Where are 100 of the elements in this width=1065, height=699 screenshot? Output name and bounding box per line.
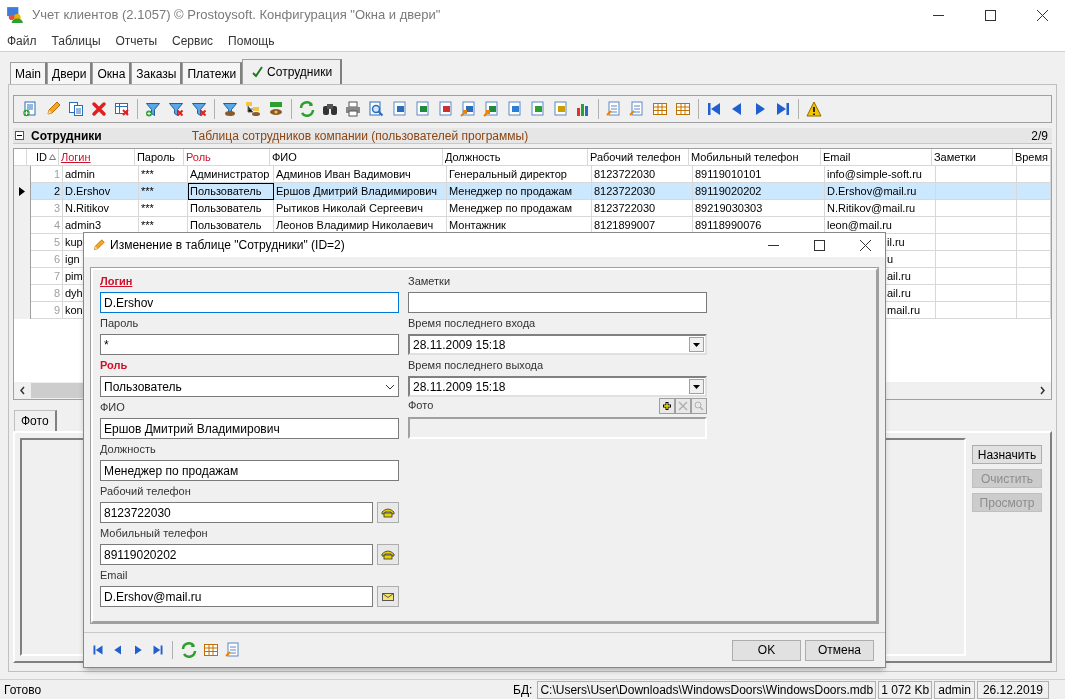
datetime-field[interactable]: 28.11.2009 15:18 bbox=[408, 376, 707, 397]
status-date: 26.12.2019 bbox=[976, 680, 1049, 699]
tab[interactable]: Фото bbox=[14, 410, 57, 431]
tab[interactable]: Окна bbox=[92, 62, 132, 84]
excel-export-icon[interactable] bbox=[483, 101, 499, 117]
text-field[interactable]: Ершов Дмитрий Владимирович bbox=[100, 418, 399, 439]
maximize-icon[interactable] bbox=[985, 9, 996, 21]
database-path: C:\Users\User\Downloads\WindowsDoors\WindowsDoors.mdb bbox=[537, 680, 877, 699]
tree-view-icon[interactable] bbox=[245, 101, 261, 117]
delete-icon[interactable] bbox=[91, 101, 107, 117]
menu-item[interactable]: Файл bbox=[7, 31, 37, 50]
printer-icon[interactable] bbox=[345, 101, 361, 117]
first-record-icon[interactable] bbox=[92, 644, 104, 656]
field-label: Должность bbox=[100, 441, 156, 457]
pdf-export-icon[interactable] bbox=[437, 101, 453, 117]
text-field[interactable]: * bbox=[100, 334, 399, 355]
word-export-icon[interactable] bbox=[460, 101, 476, 117]
next-record-icon[interactable] bbox=[132, 644, 144, 656]
text-field[interactable]: D.Ershov bbox=[100, 292, 399, 313]
dial-button[interactable] bbox=[377, 502, 399, 523]
close-icon[interactable] bbox=[1037, 9, 1048, 21]
last-record-icon[interactable] bbox=[775, 101, 791, 117]
add-record-icon[interactable] bbox=[22, 101, 38, 117]
web-export-icon[interactable] bbox=[506, 101, 522, 117]
bar-chart-icon[interactable] bbox=[575, 101, 591, 117]
dialog-button[interactable]: OK bbox=[732, 639, 801, 661]
text-field[interactable]: 8123722030 bbox=[100, 502, 373, 523]
dial-button[interactable] bbox=[377, 544, 399, 565]
grid-edit-icon[interactable] bbox=[675, 101, 691, 117]
field-label: ФИО bbox=[100, 399, 125, 415]
table-delete-icon[interactable] bbox=[114, 101, 130, 117]
telephone-icon bbox=[381, 507, 395, 518]
field-label: Роль bbox=[100, 357, 128, 373]
user-name: admin bbox=[934, 680, 975, 699]
table-cell: Пользователь bbox=[188, 183, 274, 200]
add-photo-button[interactable] bbox=[659, 397, 675, 414]
tab[interactable]: Заказы bbox=[131, 62, 183, 84]
warning-icon[interactable] bbox=[806, 101, 822, 117]
menu-item[interactable]: Помощь bbox=[228, 31, 275, 50]
refresh-icon[interactable] bbox=[181, 642, 197, 658]
pencil-icon[interactable] bbox=[45, 101, 61, 117]
table-row[interactable]: 2 D.Ershov *** Пользователь Ершов Дмитрий Владимирович Менеджер по продажам 8123722030 89119020202 D.Ershov@mail.ru bbox=[14, 183, 1051, 200]
send-email-button[interactable] bbox=[377, 586, 399, 607]
dialog-button[interactable]: Отмена bbox=[805, 639, 874, 661]
filter-view-icon[interactable] bbox=[222, 101, 238, 117]
word-document-icon[interactable] bbox=[391, 101, 407, 117]
table-row[interactable]: 1 admin *** Администратор Админов Иван Вадимович Генеральный директор 8123722030 89119010101 info@simple-soft.ru bbox=[14, 166, 1051, 183]
check-icon bbox=[251, 66, 264, 78]
first-record-icon[interactable] bbox=[706, 101, 722, 117]
grid-icon[interactable] bbox=[652, 101, 668, 117]
excel-document-icon[interactable] bbox=[414, 101, 430, 117]
field-label: Фото bbox=[408, 398, 434, 413]
current-row-icon bbox=[19, 187, 25, 196]
collapse-icon[interactable] bbox=[15, 131, 24, 140]
row-header-cell[interactable] bbox=[14, 302, 31, 319]
menu-item[interactable]: Сервис bbox=[172, 31, 214, 50]
table-cell: 9 bbox=[31, 302, 63, 319]
record-position: 2/9 bbox=[1031, 127, 1049, 145]
last-record-icon[interactable] bbox=[152, 644, 164, 656]
filter-remove-icon[interactable] bbox=[168, 101, 184, 117]
filter-add-icon[interactable] bbox=[145, 101, 161, 117]
pencil-icon bbox=[92, 238, 105, 252]
cross-icon bbox=[678, 400, 688, 411]
field-label: Рабочий телефон bbox=[100, 483, 191, 499]
sql-view-icon[interactable] bbox=[268, 101, 284, 117]
text-field[interactable]: D.Ershov@mail.ru bbox=[100, 586, 373, 607]
menu-item[interactable]: Отчеты bbox=[115, 31, 157, 50]
table-row[interactable]: 4 admin3 *** Пользователь Леонов Владимир Николаевич Монтажник 8121899007 89118990076 leon@mail.ru bbox=[14, 217, 1051, 234]
field-label: Email bbox=[100, 567, 128, 583]
form-settings-icon[interactable] bbox=[203, 642, 219, 658]
field-label: Мобильный телефон bbox=[100, 525, 208, 541]
preview-icon[interactable] bbox=[368, 101, 384, 117]
tab[interactable]: Платежи bbox=[182, 62, 243, 84]
app-icon bbox=[6, 6, 24, 24]
role-dropdown[interactable]: Пользователь bbox=[100, 376, 399, 397]
close-icon[interactable] bbox=[860, 239, 871, 251]
field-label: Время последнего выхода bbox=[408, 357, 544, 373]
text-field[interactable] bbox=[408, 292, 707, 313]
csv-export-icon[interactable] bbox=[529, 101, 545, 117]
filter-remove-icon[interactable] bbox=[191, 101, 207, 117]
tab[interactable]: Сотрудники bbox=[242, 59, 343, 84]
maximize-icon[interactable] bbox=[814, 239, 825, 251]
text-field[interactable]: Менеджер по продажам bbox=[100, 460, 399, 481]
refresh-icon[interactable] bbox=[299, 101, 315, 117]
chevron-down-icon bbox=[385, 383, 395, 390]
menu-item[interactable]: Таблицы bbox=[51, 31, 101, 50]
copy-icon[interactable] bbox=[68, 101, 84, 117]
database-size: 1 072 Kb bbox=[878, 680, 933, 699]
text-field[interactable]: 89119020202 bbox=[100, 544, 373, 565]
datetime-field[interactable]: 28.11.2009 15:18 bbox=[408, 334, 707, 355]
tab[interactable]: Двери bbox=[47, 62, 93, 84]
row-header-cell[interactable] bbox=[14, 166, 31, 183]
table-description: Таблица сотрудников компании (пользователей программы) bbox=[191, 127, 529, 145]
binoculars-icon[interactable] bbox=[322, 101, 338, 117]
tab[interactable]: Main bbox=[10, 62, 47, 84]
previous-record-icon[interactable] bbox=[112, 644, 124, 656]
panel-button[interactable]: Назначить bbox=[972, 445, 1042, 464]
table-row[interactable]: 3 N.Ritikov *** Пользователь Рытиков Николай Сергеевич Менеджер по продажам 8123722030 89219030303 N.Ritikov@mail.ru bbox=[14, 200, 1051, 217]
report-icon[interactable] bbox=[225, 642, 241, 658]
document-list-icon[interactable] bbox=[629, 101, 645, 117]
